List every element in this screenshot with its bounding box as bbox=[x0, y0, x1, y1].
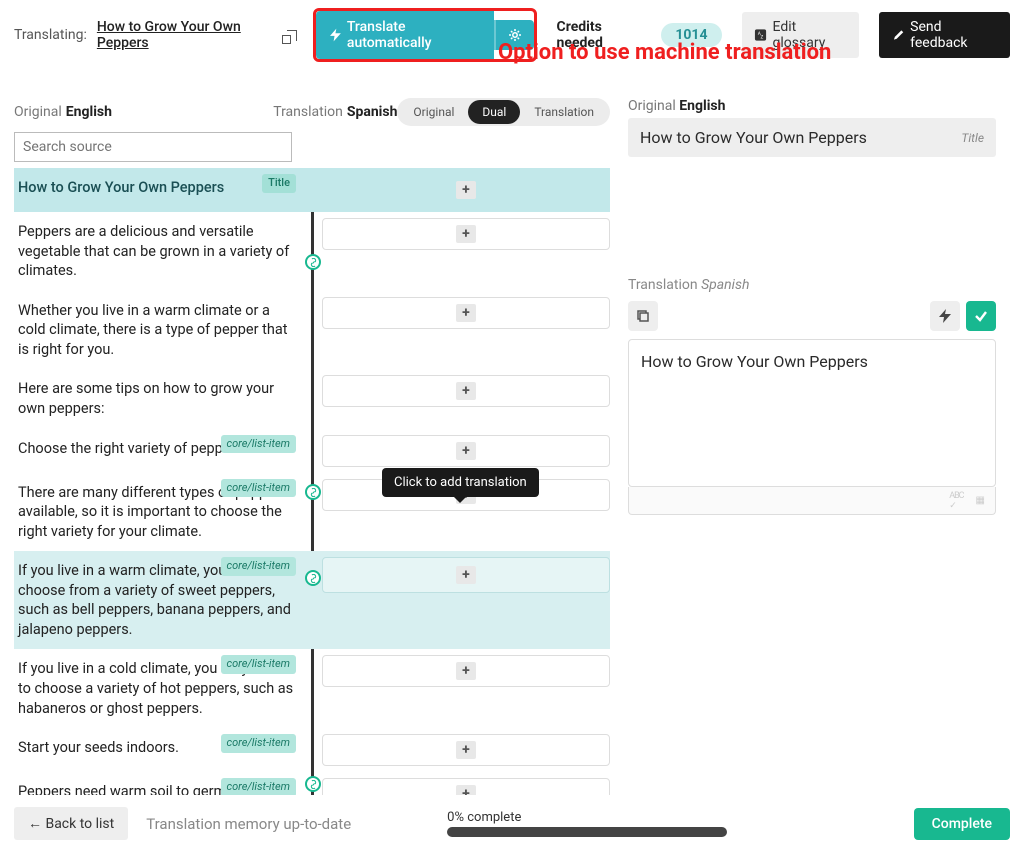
add-translation-target[interactable]: + bbox=[322, 297, 610, 329]
add-translation-target[interactable]: + bbox=[322, 734, 610, 766]
segment-link-icon[interactable] bbox=[305, 484, 321, 500]
segment-link-icon[interactable] bbox=[305, 254, 321, 270]
plus-icon: + bbox=[456, 741, 476, 759]
callout-annotation: Option to use machine translation bbox=[498, 40, 831, 65]
add-translation-target[interactable]: + bbox=[322, 557, 610, 593]
check-icon bbox=[974, 309, 988, 323]
copy-source-button[interactable] bbox=[628, 301, 658, 331]
translation-language: Spanish bbox=[347, 104, 398, 120]
original-text: How to Grow Your Own Peppers bbox=[640, 128, 867, 147]
translate-auto-label: Translate automatically bbox=[347, 19, 480, 51]
plus-icon: + bbox=[456, 442, 476, 460]
tab-translation[interactable]: Translation bbox=[520, 100, 608, 124]
translation-footer: ABC✓ ▦ bbox=[628, 487, 996, 515]
segment-source-text: Here are some tips on how to grow your o… bbox=[14, 369, 302, 428]
plus-icon: + bbox=[456, 382, 476, 400]
segment-link-icon[interactable] bbox=[305, 570, 321, 586]
format-indicator-icon: ▦ bbox=[976, 495, 985, 506]
send-feedback-label: Send feedback bbox=[910, 19, 996, 51]
segment-row[interactable]: Start your seeds indoors.core/list-item + bbox=[14, 728, 610, 772]
original-language: English bbox=[66, 104, 112, 120]
plus-icon: + bbox=[456, 304, 476, 322]
pencil-icon bbox=[893, 29, 904, 41]
segment-type-badge: core/list-item bbox=[221, 655, 296, 674]
copy-icon bbox=[636, 309, 650, 323]
bolt-icon bbox=[330, 28, 341, 42]
translating-label: Translating: bbox=[14, 27, 87, 43]
add-translation-target[interactable]: + bbox=[322, 375, 610, 407]
tab-original[interactable]: Original bbox=[399, 100, 468, 124]
segment-type-label: Title bbox=[961, 131, 984, 145]
original-text-display: How to Grow Your Own Peppers Title bbox=[628, 118, 996, 157]
char-indicator-icon: ABC✓ bbox=[949, 491, 963, 511]
plus-icon: + bbox=[456, 181, 476, 199]
segment-type-badge: core/list-item bbox=[221, 734, 296, 753]
segment-row[interactable]: Whether you live in a warm climate or a … bbox=[14, 291, 610, 370]
right-translation-head: Translation Spanish bbox=[628, 277, 996, 293]
segment-type-badge: Title bbox=[262, 174, 296, 193]
dual-view-column: Original English Translation Spanish Ori… bbox=[14, 98, 610, 818]
translation-memory-status: Translation memory up-to-date bbox=[146, 815, 351, 833]
translation-textarea[interactable]: How to Grow Your Own Peppers bbox=[628, 339, 996, 487]
segment-source-text: Whether you live in a warm climate or a … bbox=[14, 291, 302, 370]
segment-source-text: Choose the right variety of pepper.core/… bbox=[14, 429, 302, 473]
segments-list: How to Grow Your Own PeppersTitle + Pepper… bbox=[14, 168, 610, 818]
segment-type-badge: core/list-item bbox=[221, 479, 296, 498]
segment-source-text: Start your seeds indoors.core/list-item bbox=[14, 728, 302, 772]
plus-icon: + bbox=[456, 225, 476, 243]
right-original-head: Original English bbox=[628, 98, 996, 114]
translation-label: Translation bbox=[273, 104, 343, 120]
progress-bar bbox=[447, 827, 727, 837]
external-link-icon bbox=[287, 30, 297, 41]
segment-row[interactable]: How to Grow Your Own PeppersTitle + bbox=[14, 168, 610, 212]
tab-dual[interactable]: Dual bbox=[468, 100, 520, 124]
translate-automatically-button[interactable]: Translate automatically bbox=[316, 11, 494, 59]
back-to-list-button[interactable]: ← Back to list bbox=[14, 807, 128, 840]
add-translation-target[interactable]: + bbox=[322, 218, 610, 250]
segment-row[interactable]: If you live in a cold climate, you may w… bbox=[14, 649, 610, 728]
document-title-link[interactable]: How to Grow Your Own Peppers bbox=[97, 19, 297, 51]
segment-row[interactable]: Peppers are a delicious and versatile ve… bbox=[14, 212, 610, 291]
segment-type-badge: core/list-item bbox=[221, 435, 296, 454]
document-title-text: How to Grow Your Own Peppers bbox=[97, 19, 283, 51]
search-input[interactable] bbox=[14, 132, 292, 162]
add-translation-target[interactable]: + bbox=[322, 655, 610, 687]
segment-row[interactable]: If you live in a warm climate, you can c… bbox=[14, 551, 610, 649]
segment-source-text: If you live in a warm climate, you can c… bbox=[14, 551, 302, 649]
confirm-translation-button[interactable] bbox=[966, 301, 996, 331]
plus-icon: + bbox=[456, 566, 476, 584]
segment-type-badge: core/list-item bbox=[221, 557, 296, 576]
machine-translate-button[interactable] bbox=[930, 301, 960, 331]
segment-source-text: There are many different types of pepper… bbox=[14, 473, 302, 552]
plus-icon: + bbox=[456, 662, 476, 680]
segment-row[interactable]: Choose the right variety of pepper.core/… bbox=[14, 429, 610, 473]
original-label: Original bbox=[14, 104, 62, 120]
progress-label: 0% complete bbox=[447, 810, 521, 825]
send-feedback-button[interactable]: Send feedback bbox=[879, 12, 1010, 58]
segment-row[interactable]: Here are some tips on how to grow your o… bbox=[14, 369, 610, 428]
progress-indicator: 0% complete bbox=[447, 810, 727, 837]
editor-column: Original English How to Grow Your Own Pe… bbox=[628, 98, 996, 818]
complete-button[interactable]: Complete bbox=[914, 808, 1010, 840]
add-translation-target[interactable]: + bbox=[322, 435, 610, 467]
segment-source-text: If you live in a cold climate, you may w… bbox=[14, 649, 302, 728]
segment-link-icon[interactable] bbox=[305, 776, 321, 792]
bolt-icon bbox=[939, 309, 951, 323]
segment-source-text: Peppers are a delicious and versatile ve… bbox=[14, 212, 302, 291]
view-mode-tabs: Original Dual Translation bbox=[397, 98, 610, 126]
add-translation-target[interactable]: + bbox=[322, 174, 610, 206]
add-translation-tooltip: Click to add translation bbox=[382, 468, 539, 497]
segment-source-text: How to Grow Your Own PeppersTitle bbox=[14, 168, 302, 212]
